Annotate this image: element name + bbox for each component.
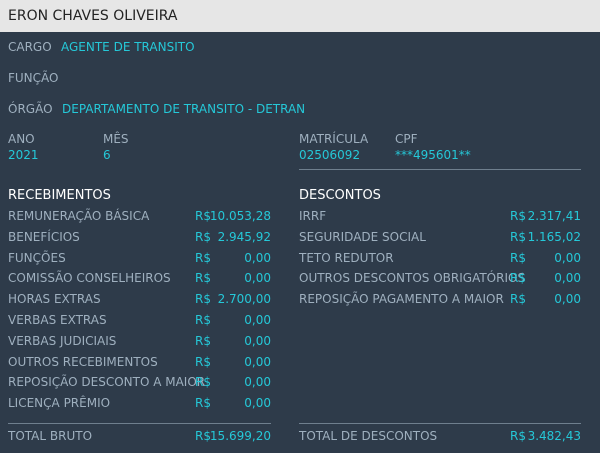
ano-label: ANO bbox=[8, 132, 35, 146]
descontos-row-value: 0,00 bbox=[554, 251, 581, 265]
recebimentos-row-value: 2.945,92 bbox=[217, 230, 271, 244]
cargo-label: CARGO bbox=[8, 40, 52, 54]
descontos-row-label: TETO REDUTOR bbox=[299, 251, 394, 265]
ano-value: 2021 bbox=[8, 148, 39, 162]
recebimentos-row-label: HORAS EXTRAS bbox=[8, 292, 101, 306]
info-divider bbox=[299, 169, 581, 170]
recebimentos-row-value: 0,00 bbox=[244, 313, 271, 327]
recebimentos-row-label: FUNÇÕES bbox=[8, 251, 66, 265]
descontos-row-value: 1.165,02 bbox=[527, 230, 581, 244]
cargo-value: AGENTE DE TRANSITO bbox=[61, 40, 195, 54]
descontos-row-value: 0,00 bbox=[554, 292, 581, 306]
descontos-row-value: 2.317,41 bbox=[527, 209, 581, 223]
recebimentos-row-value: 0,00 bbox=[244, 334, 271, 348]
recebimentos-row-value: 0,00 bbox=[244, 271, 271, 285]
descontos-row-value: 0,00 bbox=[554, 271, 581, 285]
recebimentos-row-label: REMUNERAÇÃO BÁSICA bbox=[8, 209, 150, 223]
recebimentos-row-value: 0,00 bbox=[244, 355, 271, 369]
recebimentos-row-value: 0,00 bbox=[244, 375, 271, 389]
funcao-label: FUNÇÃO bbox=[8, 71, 59, 85]
recebimentos-row-label: VERBAS EXTRAS bbox=[8, 313, 107, 327]
recebimentos-title: RECEBIMENTOS bbox=[8, 188, 111, 203]
cpf-value: ***495601** bbox=[395, 148, 471, 162]
recebimentos-row-value: 0,00 bbox=[244, 251, 271, 265]
recebimentos-row-value: 10.053,28 bbox=[209, 209, 271, 223]
recebimentos-row-label: COMISSÃO CONSELHEIROS bbox=[8, 271, 171, 285]
orgao-label: ÓRGÃO bbox=[8, 102, 53, 116]
recebimentos-row-label: OUTROS RECEBIMENTOS bbox=[8, 355, 158, 369]
descontos-total-divider bbox=[299, 423, 581, 424]
mes-value: 6 bbox=[103, 148, 111, 162]
recebimentos-row-label: BENEFÍCIOS bbox=[8, 230, 80, 244]
recebimentos-row-value: 0,00 bbox=[244, 396, 271, 410]
cpf-label: CPF bbox=[395, 132, 418, 146]
total-descontos-label: TOTAL DE DESCONTOS bbox=[299, 429, 438, 443]
descontos-row-label: IRRF bbox=[299, 209, 327, 223]
mes-label: MÊS bbox=[103, 132, 129, 146]
recebimentos-row-label: VERBAS JUDICIAIS bbox=[8, 334, 117, 348]
orgao-value: DEPARTAMENTO DE TRANSITO - DETRAN bbox=[62, 102, 306, 116]
matricula-value: 02506092 bbox=[299, 148, 361, 162]
total-bruto-label: TOTAL BRUTO bbox=[8, 429, 93, 443]
employee-name-header: ERON CHAVES OLIVEIRA bbox=[0, 0, 600, 32]
total-descontos-value: 3.482,43 bbox=[527, 429, 581, 443]
recebimentos-row-value: 2.700,00 bbox=[217, 292, 271, 306]
recebimentos-total-divider bbox=[8, 423, 271, 424]
descontos-title: DESCONTOS bbox=[299, 188, 381, 203]
descontos-row-label: SEGURIDADE SOCIAL bbox=[299, 230, 426, 244]
recebimentos-row-label: LICENÇA PRÊMIO bbox=[8, 396, 111, 410]
recebimentos-row-label: REPOSIÇÃO DESCONTO A MAIOR bbox=[8, 375, 206, 389]
descontos-row-label: OUTROS DESCONTOS OBRIGATÓRIOS bbox=[299, 271, 526, 285]
matricula-label: MATRÍCULA bbox=[299, 132, 369, 146]
descontos-row-label: REPOSIÇÃO PAGAMENTO A MAIOR bbox=[299, 292, 504, 306]
total-bruto-value: 15.699,20 bbox=[209, 429, 271, 443]
